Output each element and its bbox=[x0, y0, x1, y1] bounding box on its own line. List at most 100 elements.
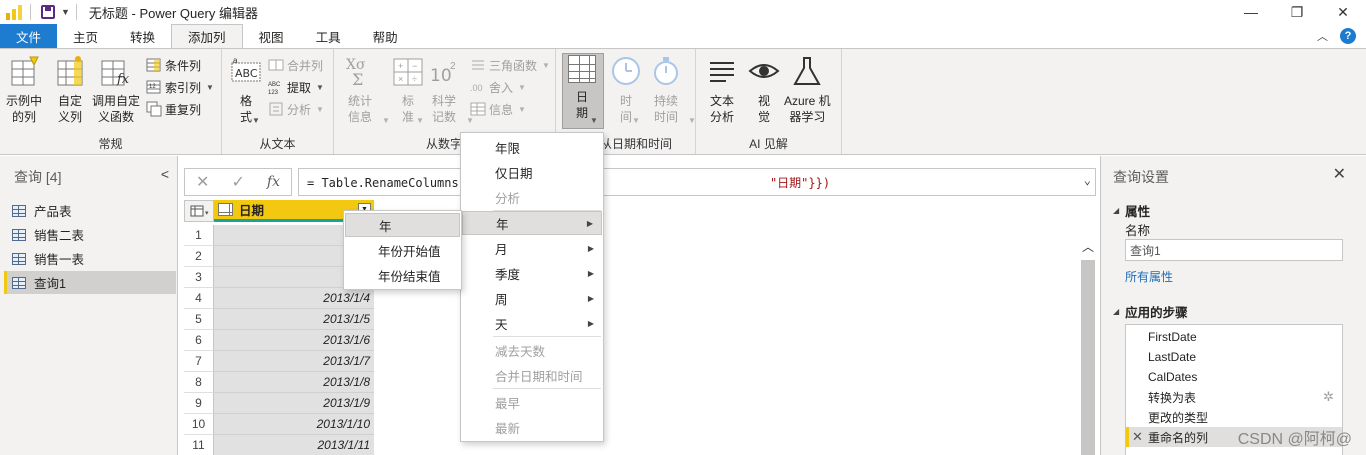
menu-item-earliest[interactable]: 最早 bbox=[462, 390, 602, 414]
formula-input[interactable]: = Table.RenameColumns(更 "日期"}}) ⌄ bbox=[298, 168, 1096, 196]
menu-item-label: 月 bbox=[495, 242, 508, 257]
restore-button[interactable]: ❐ bbox=[1274, 0, 1320, 24]
trigonometry-button[interactable]: 三角函数 ▼ bbox=[470, 55, 550, 75]
table-row: 9 2013/1/9 bbox=[184, 393, 374, 414]
table-cell[interactable]: 2013/1/6 bbox=[214, 330, 374, 351]
query-name-field[interactable]: 查询1 bbox=[1125, 239, 1343, 261]
table-cell[interactable]: 2013/1/11 bbox=[214, 435, 374, 455]
tab-help[interactable]: 帮助 bbox=[357, 24, 414, 48]
query-item[interactable]: 销售一表 bbox=[4, 247, 176, 270]
query-item-selected[interactable]: 查询1 bbox=[4, 271, 176, 294]
table-cell[interactable]: 2013/1/10 bbox=[214, 414, 374, 435]
tab-tools[interactable]: 工具 bbox=[300, 24, 357, 48]
duplicate-column-button[interactable]: 重复列 bbox=[146, 99, 201, 119]
ribbon-group-label-general: 常规 bbox=[98, 137, 123, 151]
parse-button[interactable]: 分析 ▼ bbox=[268, 99, 324, 119]
scroll-up-icon[interactable]: ︿ bbox=[1080, 236, 1096, 256]
duration-button[interactable]: 持续 时间 ▼ bbox=[650, 55, 696, 125]
year-submenu: 年 年份开始值 年份结束值 bbox=[343, 210, 462, 290]
invoke-custom-function-button[interactable]: fx 调用自定 义函数 bbox=[92, 55, 140, 125]
menu-item-week[interactable]: 周 ▶ bbox=[462, 286, 602, 310]
menu-item-latest[interactable]: 最新 bbox=[462, 415, 602, 439]
delete-step-icon[interactable]: ✕ bbox=[1132, 429, 1143, 445]
table-cell[interactable]: 2013/1/5 bbox=[214, 309, 374, 330]
table-cell[interactable]: 2013/1/8 bbox=[214, 372, 374, 393]
statistics-label: 统计 信息 bbox=[347, 94, 372, 124]
tab-file[interactable]: 文件 bbox=[0, 24, 57, 48]
information-button[interactable]: 信息 ▼ bbox=[470, 99, 526, 119]
submenu-item-end-of-year[interactable]: 年份结束值 bbox=[345, 263, 460, 287]
index-column-button[interactable]: 12 索引列 ▼ bbox=[146, 77, 214, 97]
text-analytics-button[interactable]: 文本 分析 bbox=[706, 55, 738, 125]
all-properties-link[interactable]: 所有属性 bbox=[1125, 268, 1173, 285]
quick-access-dropdown-icon[interactable]: ▼ bbox=[61, 7, 70, 17]
menu-item-day[interactable]: 天 ▶ bbox=[462, 311, 602, 335]
tab-add-column[interactable]: 添加列 bbox=[171, 24, 243, 48]
date-button[interactable]: 日 期 ▼ bbox=[568, 55, 598, 125]
azure-ml-button[interactable]: Azure 机 器学习 bbox=[784, 55, 831, 125]
format-button[interactable]: ABC a 格 式 ▼ bbox=[230, 55, 262, 125]
extract-button[interactable]: ABC 123 提取 ▼ bbox=[268, 77, 324, 97]
close-window-button[interactable]: ✕ bbox=[1320, 0, 1366, 24]
tab-home[interactable]: 主页 bbox=[57, 24, 114, 48]
menu-item-age[interactable]: 年限 bbox=[462, 135, 602, 159]
column-from-examples-button[interactable]: 示例中 的列 bbox=[6, 55, 42, 125]
cancel-formula-button[interactable]: ✕ bbox=[196, 172, 209, 192]
vision-button[interactable]: 视 觉 bbox=[748, 55, 780, 125]
applied-steps-section-header[interactable]: ◢ 应用的步骤 bbox=[1113, 302, 1188, 321]
submenu-item-year[interactable]: 年 bbox=[345, 213, 460, 237]
expand-formula-icon[interactable]: ⌄ bbox=[1084, 173, 1091, 187]
fx-button[interactable]: fx bbox=[267, 174, 280, 190]
applied-step[interactable]: 更改的类型 bbox=[1126, 407, 1342, 427]
statistics-button[interactable]: Xσ Σ 统计 信息 ▼ bbox=[344, 55, 390, 125]
custom-column-button[interactable]: 自定 义列 bbox=[54, 55, 86, 125]
collapse-pane-icon[interactable]: < bbox=[161, 166, 169, 182]
conditional-column-icon bbox=[146, 57, 162, 73]
table-menu-button[interactable]: ▾ bbox=[184, 200, 214, 222]
gear-icon[interactable]: ✲ bbox=[1323, 389, 1334, 405]
menu-item-date-only[interactable]: 仅日期 bbox=[462, 160, 602, 184]
grid-vertical-scrollbar[interactable]: ︿ bbox=[1080, 236, 1096, 455]
text-analytics-label: 文本 分析 bbox=[709, 94, 734, 124]
formula-bar: ✕ ✓ fx = Table.RenameColumns(更 "日期"}}) ⌄ bbox=[184, 168, 1096, 196]
scrollbar-thumb[interactable] bbox=[1081, 260, 1095, 455]
rounding-button[interactable]: .00 舍入 ▼ bbox=[470, 77, 526, 97]
menu-item-quarter[interactable]: 季度 ▶ bbox=[462, 261, 602, 285]
menu-item-parse[interactable]: 分析 bbox=[462, 185, 602, 209]
menu-item-month[interactable]: 月 ▶ bbox=[462, 236, 602, 260]
conditional-column-button[interactable]: 条件列 bbox=[146, 55, 201, 75]
scientific-button[interactable]: 10 2 科学 记数 ▼ bbox=[428, 55, 474, 125]
applied-step[interactable]: LastDate bbox=[1126, 347, 1342, 367]
table-cell[interactable]: 2013/1/7 bbox=[214, 351, 374, 372]
applied-step[interactable]: FirstDate bbox=[1126, 327, 1342, 347]
menu-item-subtract-days[interactable]: 减去天数 bbox=[462, 338, 602, 362]
query-item[interactable]: 产品表 bbox=[4, 199, 176, 222]
tab-view[interactable]: 视图 bbox=[243, 24, 300, 48]
standard-button[interactable]: + − × ÷ 标 准 ▼ bbox=[392, 55, 424, 125]
table-cell[interactable]: 2013/1/9 bbox=[214, 393, 374, 414]
column-header-label: 日期 bbox=[239, 204, 265, 218]
svg-text:ABC: ABC bbox=[235, 67, 258, 80]
applied-step[interactable]: 转换为表 ✲ bbox=[1126, 387, 1342, 407]
properties-section-header[interactable]: ◢ 属性 bbox=[1113, 201, 1150, 220]
query-item[interactable]: 销售二表 bbox=[4, 223, 176, 246]
menu-item-year[interactable]: 年 ▶ bbox=[462, 211, 602, 235]
close-settings-icon[interactable]: ✕ bbox=[1333, 164, 1346, 184]
table-row: 4 2013/1/4 bbox=[184, 288, 374, 309]
index-column-icon: 12 bbox=[146, 79, 162, 95]
scientific-label: 科学 记数 bbox=[431, 94, 456, 124]
table-icon bbox=[12, 276, 26, 289]
help-icon[interactable]: ? bbox=[1340, 28, 1356, 44]
confirm-formula-button[interactable]: ✓ bbox=[231, 172, 244, 192]
submenu-item-start-of-year[interactable]: 年份开始值 bbox=[345, 238, 460, 262]
date-type-icon[interactable] bbox=[218, 203, 233, 216]
collapse-ribbon-icon[interactable]: ︿ bbox=[1317, 28, 1328, 44]
save-icon[interactable] bbox=[41, 5, 55, 19]
time-button[interactable]: 时 间 ▼ bbox=[610, 55, 642, 125]
table-cell[interactable]: 2013/1/4 bbox=[214, 288, 374, 309]
minimize-button[interactable]: — bbox=[1228, 0, 1274, 24]
menu-item-combine-date-time[interactable]: 合并日期和时间 bbox=[462, 363, 602, 387]
merge-columns-button[interactable]: 合并列 bbox=[268, 55, 323, 75]
tab-transform[interactable]: 转换 bbox=[114, 24, 171, 48]
applied-step[interactable]: CalDates bbox=[1126, 367, 1342, 387]
